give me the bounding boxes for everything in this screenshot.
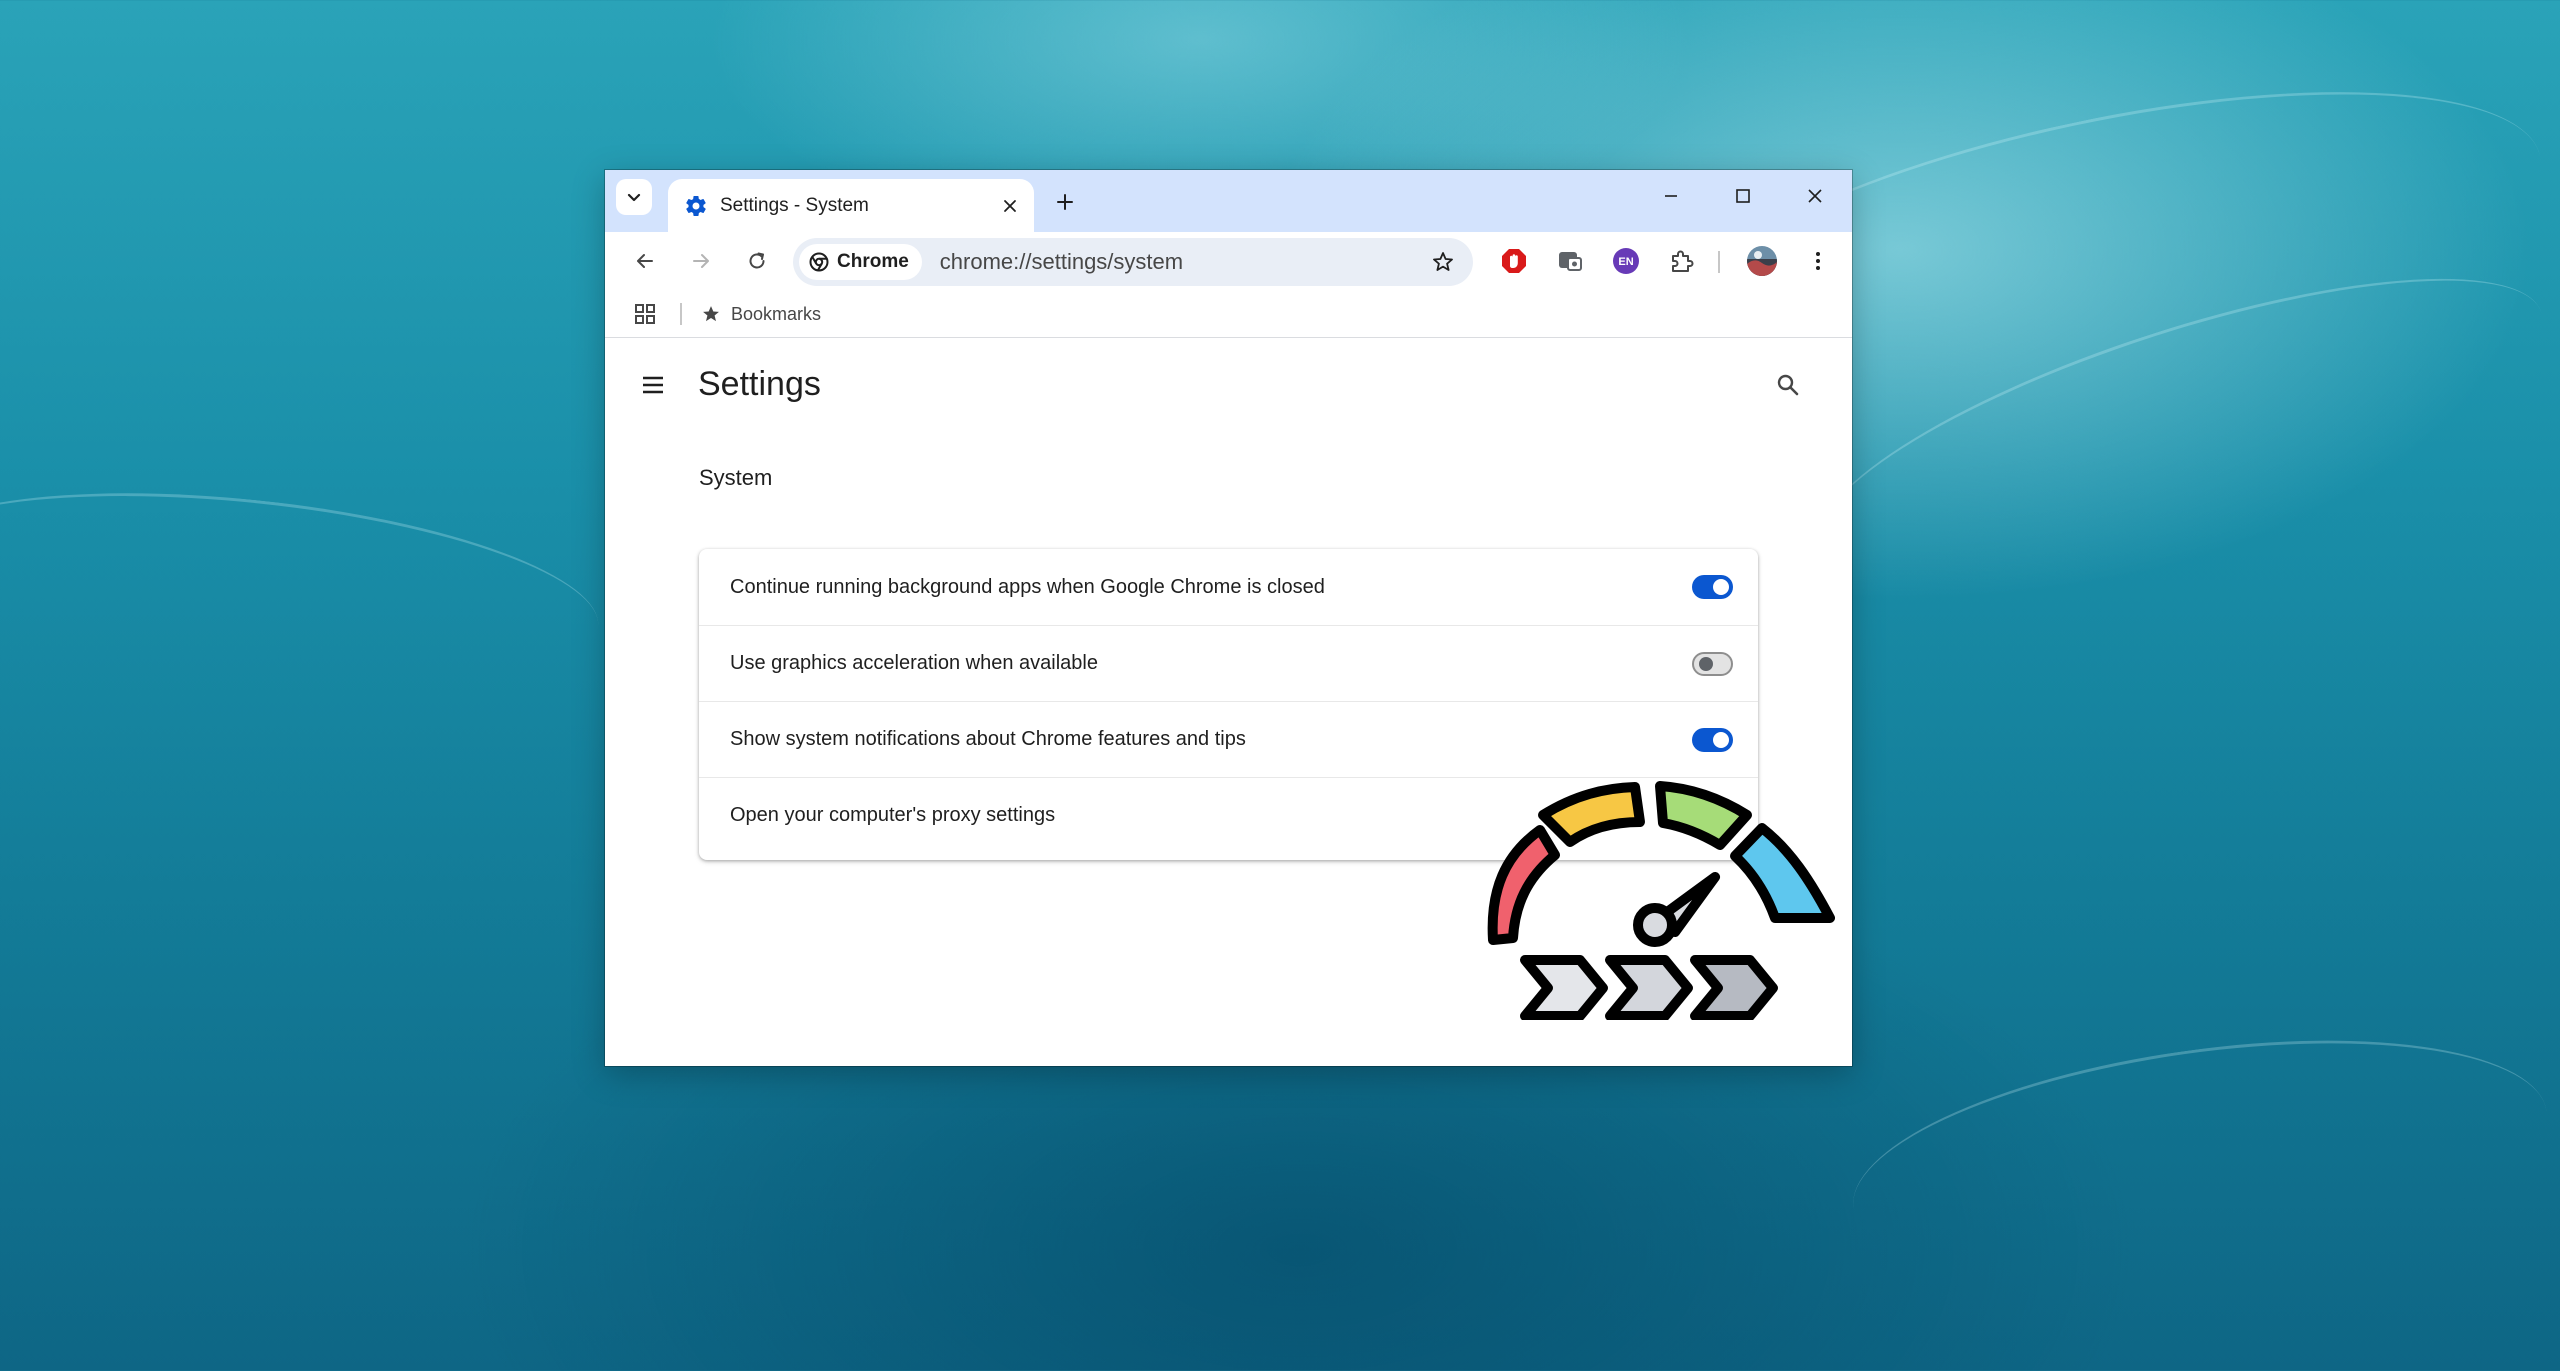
chevron-arrow (1690, 955, 1778, 1020)
tab-close-button[interactable] (996, 192, 1024, 220)
setting-label: Show system notifications about Chrome f… (730, 728, 1246, 750)
section-title: System (699, 465, 773, 490)
hamburger-menu-icon (643, 376, 663, 394)
address-bar[interactable]: Chrome chrome://settings/system (793, 238, 1473, 286)
gauge-segment-green (1655, 781, 1752, 850)
more-vert-icon (1816, 252, 1820, 270)
chrome-logo-icon (809, 252, 829, 272)
title-bar: Settings - System (605, 170, 1852, 232)
bookmarks-folder[interactable]: Bookmarks (701, 298, 821, 330)
minimize-button[interactable] (1641, 178, 1701, 214)
back-button[interactable] (627, 243, 663, 279)
navigation-toolbar: Chrome chrome://settings/system EN (605, 232, 1852, 290)
arrow-left-icon (637, 254, 653, 268)
settings-gear-icon (684, 194, 708, 218)
arrow-right-icon (693, 254, 709, 268)
wallpaper-wave (1838, 1002, 2560, 1318)
close-icon (1004, 199, 1016, 212)
search-icon (1777, 374, 1799, 396)
minimize-icon (1665, 195, 1677, 197)
adblock-extension-button[interactable] (1496, 243, 1532, 279)
site-info-chip[interactable]: Chrome (799, 244, 922, 280)
new-tab-button[interactable] (1048, 185, 1082, 219)
star-icon (703, 306, 719, 322)
background-apps-toggle[interactable] (1692, 575, 1733, 599)
chevron-down-icon (627, 193, 641, 202)
setting-label: Use graphics acceleration when available (730, 652, 1098, 674)
reload-icon (749, 252, 765, 269)
wallpaper-wave (0, 463, 608, 717)
toggle-knob (1713, 732, 1729, 748)
adblock-icon (1502, 249, 1526, 273)
chevron-arrow (1605, 955, 1693, 1020)
avatar (1747, 246, 1777, 276)
svg-text:EN: EN (1618, 256, 1633, 268)
toggle-knob (1713, 579, 1729, 595)
gauge-segment-yellow (1538, 782, 1645, 847)
site-chip-label: Chrome (837, 251, 909, 272)
apps-grid-icon (635, 304, 655, 324)
screen-capture-icon (1559, 252, 1582, 271)
language-extension-icon: EN (1613, 248, 1639, 274)
chevron-arrow (1520, 955, 1608, 1020)
graphics-acceleration-toggle[interactable] (1692, 652, 1733, 676)
chrome-menu-button[interactable] (1800, 243, 1836, 279)
url-text[interactable]: chrome://settings/system (940, 249, 1425, 275)
reload-button[interactable] (739, 243, 775, 279)
main-menu-button[interactable] (635, 367, 671, 403)
gauge-segment-red (1487, 825, 1560, 945)
close-window-button[interactable] (1785, 178, 1845, 214)
extensions-menu-button[interactable] (1664, 243, 1700, 279)
tab-settings-system[interactable]: Settings - System (668, 179, 1034, 232)
close-icon (1808, 189, 1822, 203)
star-outline-icon (1433, 252, 1453, 271)
system-notifications-toggle[interactable] (1692, 728, 1733, 752)
forward-button[interactable] (683, 243, 719, 279)
setting-row-graphics-acceleration[interactable]: Use graphics acceleration when available (699, 625, 1758, 701)
language-extension-button[interactable]: EN (1608, 243, 1644, 279)
bookmarks-label: Bookmarks (731, 303, 822, 324)
maximize-icon (1736, 189, 1750, 203)
page-title: Settings (698, 365, 821, 403)
toolbar-divider (1718, 251, 1720, 273)
maximize-button[interactable] (1713, 178, 1773, 214)
gauge-pivot (1633, 903, 1677, 947)
puzzle-icon (1672, 250, 1694, 272)
gauge-segment-blue (1730, 823, 1835, 923)
speedometer-illustration (1487, 781, 1835, 1020)
tab-search-button[interactable] (616, 179, 652, 215)
toggle-knob (1699, 657, 1713, 671)
apps-button[interactable] (629, 298, 661, 330)
bookmarks-bar: Bookmarks (605, 290, 1852, 338)
setting-label: Continue running background apps when Go… (730, 575, 1325, 598)
setting-row-background-apps[interactable]: Continue running background apps when Go… (699, 549, 1758, 625)
bookmark-star-button[interactable] (1425, 244, 1461, 280)
screen-capture-extension-button[interactable] (1552, 243, 1588, 279)
plus-icon (1057, 194, 1073, 210)
search-settings-button[interactable] (1770, 367, 1806, 403)
profile-avatar-button[interactable] (1744, 243, 1780, 279)
tab-title: Settings - System (720, 194, 869, 216)
bookmarks-divider (680, 303, 682, 325)
